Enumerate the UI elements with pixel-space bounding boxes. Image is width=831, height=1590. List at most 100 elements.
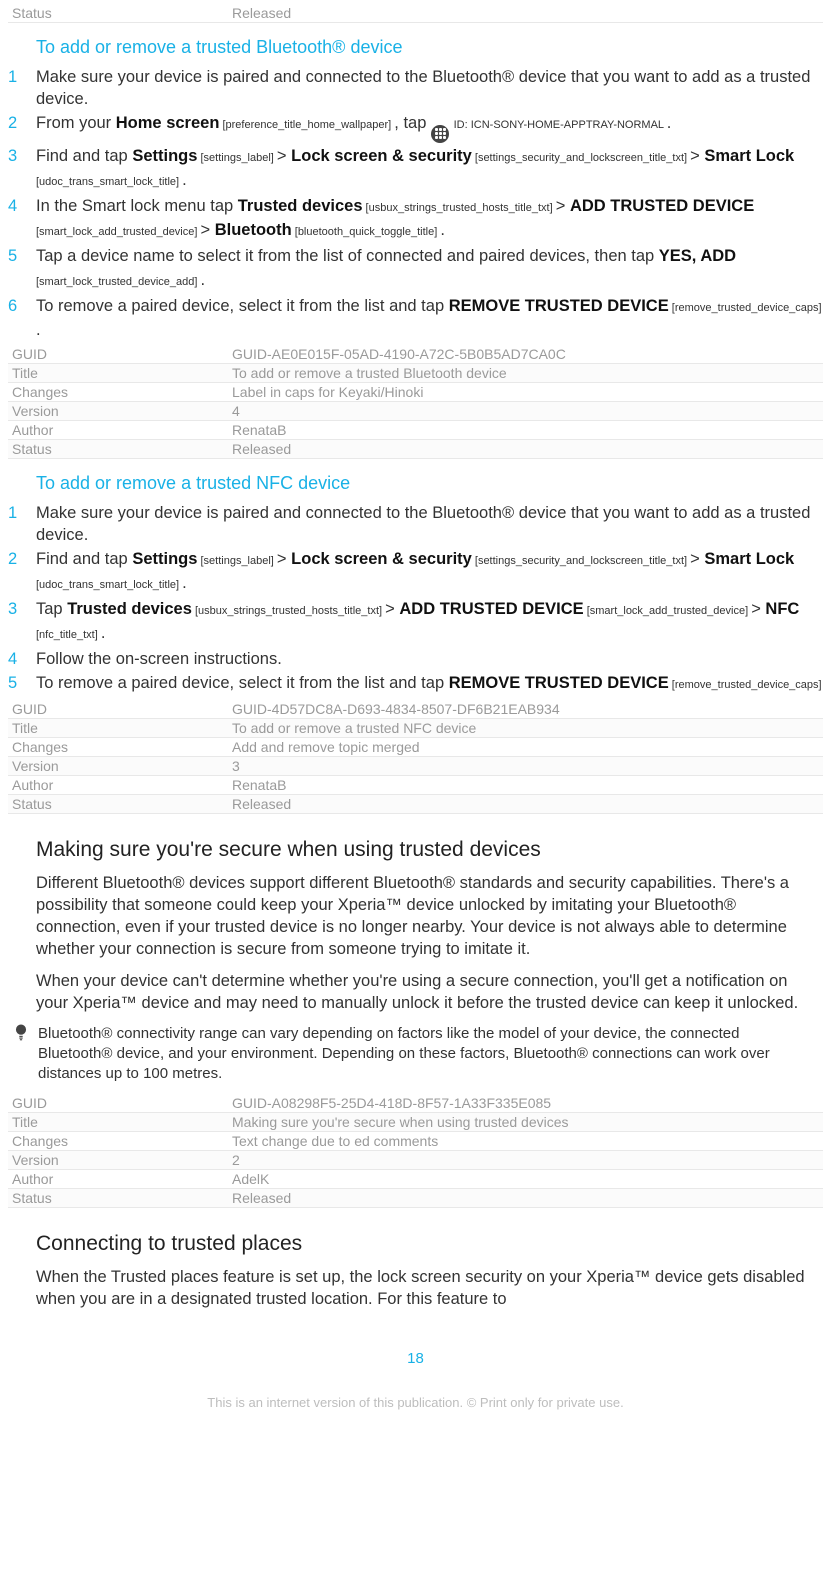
step-body: Find and tap Settings [settings_label] >…	[36, 145, 823, 193]
meta-key: GUID	[8, 345, 228, 364]
ref-id: [nfc_title_txt]	[36, 629, 101, 641]
ui-label-bold: Trusted devices	[238, 197, 363, 215]
text: Tap a device name to select it from the …	[36, 247, 659, 265]
text: .	[182, 171, 187, 189]
text: In the Smart lock menu tap	[36, 197, 238, 215]
ref-id: [usbux_strings_trusted_hosts_title_txt]	[363, 202, 556, 214]
meta-table-secure: GUIDGUID-A08298F5-25D4-418D-8F57-1A33F33…	[8, 1094, 823, 1208]
text: >	[277, 147, 291, 165]
meta-val: To add or remove a trusted Bluetooth dev…	[228, 363, 823, 382]
document-page: Status Released To add or remove a trust…	[0, 4, 831, 1470]
meta-key: Version	[8, 756, 228, 775]
meta-val: AdelK	[228, 1169, 823, 1188]
meta-val: 2	[228, 1150, 823, 1169]
text: .	[200, 271, 205, 289]
meta-val: RenataB	[228, 420, 823, 439]
meta-table-nfc: GUIDGUID-4D57DC8A-D693-4834-8507-DF6B21E…	[8, 700, 823, 814]
step-number: 1	[8, 66, 36, 88]
meta-key: Author	[8, 1169, 228, 1188]
procedure-heading-nfc: To add or remove a trusted NFC device	[36, 473, 823, 494]
meta-key: Author	[8, 775, 228, 794]
text: , tap	[394, 114, 431, 132]
ui-label-bold: Home screen	[116, 114, 220, 132]
step-body: Tap a device name to select it from the …	[36, 245, 823, 293]
step-body: To remove a paired device, select it fro…	[36, 295, 823, 341]
text: >	[690, 550, 704, 568]
meta-table-bluetooth: GUIDGUID-AE0E015F-05AD-4190-A72C-5B0B5AD…	[8, 345, 823, 459]
meta-key: Author	[8, 420, 228, 439]
ref-id: [smart_lock_trusted_device_add]	[36, 276, 200, 288]
ref-id: [remove_trusted_device_caps]	[669, 679, 822, 691]
meta-val: Released	[228, 439, 823, 458]
step-number: 4	[8, 195, 36, 217]
step-row: 3 Find and tap Settings [settings_label]…	[8, 145, 823, 193]
meta-key: Title	[8, 718, 228, 737]
meta-key: Status	[8, 794, 228, 813]
paragraph: When your device can't determine whether…	[36, 970, 815, 1014]
meta-key: Changes	[8, 737, 228, 756]
ui-label-bold: Bluetooth	[215, 221, 292, 239]
step-number: 5	[8, 245, 36, 267]
ref-id: [udoc_trans_smart_lock_title]	[36, 579, 182, 591]
step-number: 3	[8, 145, 36, 167]
ui-label-bold: REMOVE TRUSTED DEVICE	[449, 297, 669, 315]
apps-tray-icon	[431, 125, 449, 143]
text: Tap	[36, 600, 67, 618]
lightbulb-icon	[14, 1024, 34, 1048]
meta-key: Title	[8, 1112, 228, 1131]
step-number: 2	[8, 548, 36, 570]
ui-label-bold: Settings	[132, 550, 197, 568]
ui-label-bold: Lock screen & security	[291, 550, 472, 568]
ref-id: [udoc_trans_smart_lock_title]	[36, 176, 182, 188]
ref-id: [bluetooth_quick_toggle_title]	[292, 226, 441, 238]
step-number: 3	[8, 598, 36, 620]
step-row: 4 In the Smart lock menu tap Trusted dev…	[8, 195, 823, 243]
ui-label-bold: Lock screen & security	[291, 147, 472, 165]
text: >	[277, 550, 291, 568]
procedure-steps-bluetooth: 1 Make sure your device is paired and co…	[8, 66, 823, 341]
text: To remove a paired device, select it fro…	[36, 297, 449, 315]
step-body: Make sure your device is paired and conn…	[36, 502, 823, 546]
meta-val: RenataB	[228, 775, 823, 794]
meta-val: Released	[228, 794, 823, 813]
meta-val: Released	[228, 1188, 823, 1207]
paragraph: When the Trusted places feature is set u…	[36, 1266, 815, 1310]
step-row: 6 To remove a paired device, select it f…	[8, 295, 823, 341]
text: .	[182, 574, 187, 592]
meta-val: Label in caps for Keyaki/Hinoki	[228, 382, 823, 401]
step-body: Make sure your device is paired and conn…	[36, 66, 823, 110]
text: Find and tap	[36, 550, 132, 568]
text: Find and tap	[36, 147, 132, 165]
procedure-heading-bluetooth: To add or remove a trusted Bluetooth® de…	[36, 37, 823, 58]
ui-label-bold: ADD TRUSTED DEVICE	[399, 600, 583, 618]
step-body: Find and tap Settings [settings_label] >…	[36, 548, 823, 596]
step-number: 6	[8, 295, 36, 317]
meta-val: Released	[228, 4, 823, 23]
text: >	[690, 147, 704, 165]
meta-key: Version	[8, 401, 228, 420]
ref-id: [smart_lock_add_trusted_device]	[36, 226, 200, 238]
meta-key: Version	[8, 1150, 228, 1169]
ref-id: [usbux_strings_trusted_hosts_title_txt]	[192, 605, 385, 617]
meta-val: GUID-4D57DC8A-D693-4834-8507-DF6B21EAB93…	[228, 700, 823, 719]
ref-id: [settings_security_and_lockscreen_title_…	[472, 152, 690, 164]
text: From your	[36, 114, 116, 132]
section-heading-secure: Making sure you're secure when using tru…	[36, 838, 823, 862]
ref-id: [smart_lock_add_trusted_device]	[584, 605, 752, 617]
step-row: 1 Make sure your device is paired and co…	[8, 502, 823, 546]
meta-val: GUID-A08298F5-25D4-418D-8F57-1A33F335E08…	[228, 1094, 823, 1113]
step-number: 1	[8, 502, 36, 524]
text: >	[385, 600, 399, 618]
ui-label-bold: Settings	[132, 147, 197, 165]
ui-label-bold: NFC	[765, 600, 799, 618]
text: >	[556, 197, 570, 215]
meta-val: To add or remove a trusted NFC device	[228, 718, 823, 737]
ref-id: [settings_label]	[197, 152, 277, 164]
step-number: 4	[8, 648, 36, 670]
step-row: 4 Follow the on-screen instructions.	[8, 648, 823, 670]
meta-val: 4	[228, 401, 823, 420]
ui-label-bold: ADD TRUSTED DEVICE	[570, 197, 754, 215]
ui-label-bold: Smart Lock	[704, 550, 794, 568]
meta-key: Status	[8, 1188, 228, 1207]
ref-id: ID: ICN-SONY-HOME-APPTRAY-NORMAL	[454, 119, 667, 131]
